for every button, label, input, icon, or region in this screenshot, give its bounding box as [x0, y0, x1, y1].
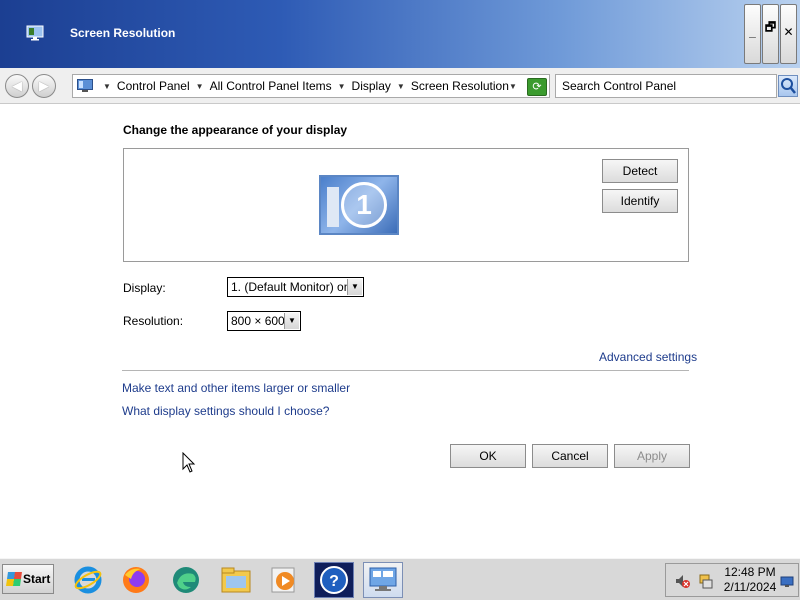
media-player-icon[interactable] [264, 562, 304, 598]
close-button[interactable]: ✕ [780, 4, 797, 64]
network-icon[interactable] [698, 573, 714, 589]
ie-icon[interactable] [68, 562, 108, 598]
resolution-label: Resolution: [123, 314, 184, 328]
text-size-link[interactable]: Make text and other items larger or smal… [122, 381, 350, 395]
title-bar: Screen Resolution _ 🗗 ✕ [0, 0, 800, 68]
control-panel-icon [77, 79, 93, 92]
display-settings-icon[interactable] [363, 562, 403, 598]
monitor-thumbnail[interactable]: 1 [319, 175, 399, 235]
display-select[interactable]: 1. (Default Monitor) on ▼ [227, 277, 364, 297]
edge-glyph [173, 567, 199, 593]
apply-button[interactable]: Apply [614, 444, 690, 468]
window-thumbnail-icon [327, 187, 339, 227]
display-label: Display: [123, 281, 166, 295]
help-icon[interactable]: ? [314, 562, 354, 598]
search-button[interactable] [778, 75, 798, 97]
folder-glyph [221, 567, 251, 593]
monitor-number: 1 [341, 182, 387, 228]
breadcrumb-control-panel[interactable]: Control Panel [117, 79, 190, 93]
breadcrumb[interactable]: ▼ Control Panel ▼ All Control Panel Item… [72, 74, 550, 98]
taskbar: Start ? 12:48 PM 2/11/2024 [0, 558, 800, 600]
media-glyph [271, 567, 295, 593]
detect-button[interactable]: Detect [602, 159, 678, 183]
display-settings-glyph [369, 567, 397, 591]
display-help-link[interactable]: What display settings should I choose? [122, 404, 329, 418]
firefox-icon[interactable] [116, 562, 156, 598]
identify-button[interactable]: Identify [602, 189, 678, 213]
show-desktop-icon[interactable] [780, 576, 794, 588]
page-title: Change the appearance of your display [123, 123, 348, 137]
search-input[interactable]: Search Control Panel [555, 74, 777, 98]
chevron-down-icon[interactable]: ▼ [103, 82, 111, 91]
question-mark-icon: ? [320, 566, 348, 594]
ok-button[interactable]: OK [450, 444, 526, 468]
advanced-settings-link[interactable]: Advanced settings [599, 350, 697, 364]
search-icon [781, 78, 796, 94]
clock-time: 12:48 PM [724, 565, 776, 579]
resolution-select-value: 800 × 600 [231, 314, 285, 328]
ie-glyph [74, 566, 102, 594]
windows-logo-icon [6, 572, 22, 586]
forward-button[interactable]: ▶ [32, 74, 56, 98]
breadcrumb-all-items[interactable]: All Control Panel Items [210, 79, 332, 93]
breadcrumb-screen-resolution[interactable]: Screen Resolution [411, 79, 509, 93]
chevron-down-icon[interactable]: ▼ [338, 82, 346, 91]
mouse-cursor-icon [182, 452, 196, 473]
address-bar: ◀ ▶ ▼ Control Panel ▼ All Control Panel … [0, 68, 800, 104]
chevron-down-icon[interactable]: ▼ [284, 313, 299, 329]
chevron-down-icon[interactable]: ▼ [196, 82, 204, 91]
address-dropdown-icon[interactable]: ▼ [509, 82, 517, 91]
clock-date: 2/11/2024 [723, 580, 777, 594]
monitor-icon [26, 25, 44, 41]
breadcrumb-display[interactable]: Display [352, 79, 391, 93]
edge-icon[interactable] [166, 562, 206, 598]
refresh-icon: ⟳ [532, 81, 542, 93]
chevron-down-icon[interactable]: ▼ [347, 279, 362, 295]
file-explorer-icon[interactable] [216, 562, 256, 598]
firefox-glyph [123, 567, 149, 593]
volume-muted-icon[interactable] [674, 573, 690, 589]
resolution-select[interactable]: 800 × 600 ▼ [227, 311, 301, 331]
maximize-button[interactable]: 🗗 [762, 4, 779, 64]
divider [122, 370, 689, 371]
start-button[interactable]: Start [2, 564, 54, 594]
back-arrow-icon: ◀ [12, 78, 22, 93]
window-title: Screen Resolution [70, 26, 176, 40]
chevron-down-icon[interactable]: ▼ [397, 82, 405, 91]
start-label: Start [23, 572, 51, 586]
minimize-button[interactable]: _ [744, 4, 761, 64]
forward-arrow-icon: ▶ [39, 78, 49, 93]
back-button[interactable]: ◀ [5, 74, 29, 98]
clock[interactable]: 12:48 PM 2/11/2024 [722, 565, 778, 595]
refresh-button[interactable]: ⟳ [527, 78, 547, 96]
display-select-value: 1. (Default Monitor) on [231, 280, 351, 294]
cancel-button[interactable]: Cancel [532, 444, 608, 468]
